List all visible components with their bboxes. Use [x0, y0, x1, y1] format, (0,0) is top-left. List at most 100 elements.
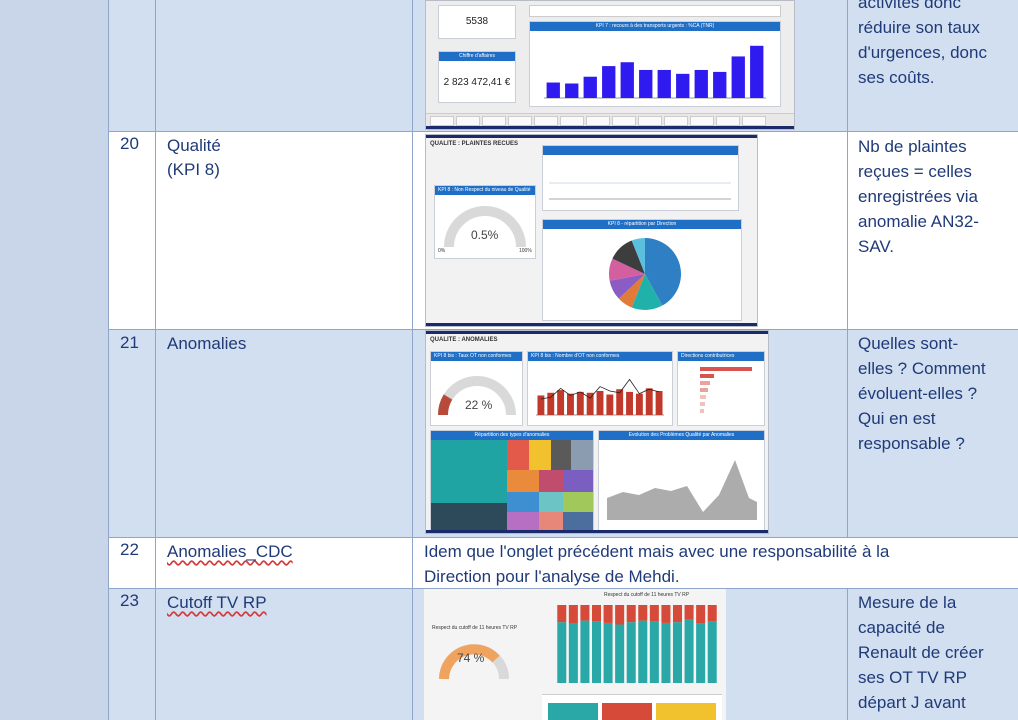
bar: [731, 56, 745, 98]
stacked-bar-segment: [707, 605, 717, 622]
report-tab: [638, 116, 662, 126]
pie-title: KPI 8 - répartition par Direction: [543, 220, 741, 229]
row-description: Idem que l'onglet précédent mais avec un…: [424, 542, 890, 586]
bottom-band: [542, 694, 722, 720]
bar: [676, 73, 690, 98]
report-tab: [430, 116, 454, 126]
stacked-bar-segment: [591, 605, 602, 622]
stacked-bar-segment: [557, 605, 567, 623]
row-name: Qualité (KPI 8): [167, 136, 221, 179]
directions-title: Directions contributrices: [678, 352, 764, 361]
report-tab: [560, 116, 584, 126]
directions-bars: [700, 367, 752, 413]
stacked-bar-segment: [672, 622, 683, 683]
bar: [713, 71, 727, 98]
report-tab: [716, 116, 740, 126]
table-border-desc: [847, 0, 848, 537]
row-name: Anomalies: [167, 334, 247, 353]
bar: [586, 392, 594, 415]
bar: [596, 391, 604, 415]
row-number: 20: [120, 134, 139, 153]
top-strip: [529, 5, 781, 17]
treemap-card: Répartition des types d'anomalies: [430, 430, 594, 531]
gauge-card: KPI 8 : Non Respect du niveau de Qualité…: [434, 185, 536, 259]
table-hline: [108, 131, 1018, 132]
treemap-title: Répartition des types d'anomalies: [431, 431, 593, 440]
area-title: Evolution des Problèmes Qualité par Anom…: [599, 431, 764, 440]
row-number: 21: [120, 333, 139, 352]
row-description: Mesure de la capacité de Renault de crée…: [858, 593, 984, 712]
kpi-value: 5538: [465, 16, 489, 27]
bar-chart-card: KPI 8 bis : Nombre d'OT non conformes: [527, 351, 673, 426]
dashboard-thumbnail-anomalies: QUALITE : ANOMALIES KPI 8 bis : Taux OT …: [425, 330, 769, 534]
report-tab: [612, 116, 636, 126]
table-border-name: [412, 0, 413, 720]
bar: [565, 83, 579, 98]
report-tab: [586, 116, 610, 126]
thumb-underline: [426, 530, 768, 533]
bar: [606, 394, 614, 415]
row-description: activités donc réduire son taux d'urgenc…: [858, 0, 987, 87]
stacked-bar-chart: [557, 605, 717, 683]
area-chart: [607, 460, 757, 520]
stacked-bar-segment: [615, 624, 625, 683]
report-tab: [482, 116, 506, 126]
bar-chart: [544, 45, 766, 99]
report-tab: [534, 116, 558, 126]
stacked-bar-segment: [615, 605, 625, 625]
row-number: 23: [120, 591, 139, 610]
stacked-bar-segment: [649, 621, 659, 683]
stacked-bar-segment: [591, 621, 602, 683]
line-chart: [549, 182, 731, 200]
bar: [635, 393, 643, 415]
dashboard-title: QUALITE : ANOMALIES: [430, 337, 498, 343]
report-tabs: [426, 113, 794, 126]
line-chart-card: [542, 145, 739, 211]
table-border-num: [155, 0, 156, 720]
gauge-chart: [437, 376, 516, 416]
report-tab: [456, 116, 480, 126]
stacked-bar-segment: [568, 623, 578, 683]
bar: [657, 69, 671, 98]
stacked-bar-segment: [603, 605, 613, 623]
kpi-card: Chiffre d'affaires 2 823 472,41 €: [438, 51, 516, 103]
row-description: Quelles sont- elles ? Comment évoluent-e…: [858, 334, 986, 453]
bar: [557, 390, 565, 415]
stacked-bar-segment: [580, 605, 590, 621]
report-tab: [690, 116, 714, 126]
gauge-card: KPI 8 bis : Taux OT non conformes 22 %: [430, 351, 523, 426]
bar: [547, 392, 555, 415]
bar: [694, 69, 708, 98]
stacked-bar-segment: [684, 605, 694, 620]
bar-chart-card: KPI 7 : recours à des transports urgents…: [529, 21, 781, 107]
thumb-topline: [426, 135, 757, 138]
stacked-bar-segment: [580, 620, 590, 683]
area-chart-card: Evolution des Problèmes Qualité par Anom…: [598, 430, 765, 531]
bar: [567, 393, 574, 415]
band-seg: [548, 703, 598, 720]
report-tab: [508, 116, 532, 126]
treemap-chart: [431, 440, 593, 530]
bar: [645, 388, 653, 415]
page-margin: [0, 0, 108, 720]
band-seg: [602, 703, 652, 720]
kpi-label: Chiffre d'affaires: [439, 52, 515, 61]
report-tab: [742, 116, 766, 126]
thumb-underline: [426, 323, 757, 326]
stacked-bar-segment: [649, 605, 659, 622]
row-name: Cutoff TV RP: [167, 593, 267, 612]
chart-title: KPI 7 : recours à des transports urgents…: [530, 22, 780, 31]
stacked-bar-segment: [661, 605, 671, 623]
pie-chart-card: KPI 8 - répartition par Direction: [542, 219, 742, 321]
band-seg: [656, 703, 716, 720]
row-name: Anomalies_CDC: [167, 542, 293, 561]
table-hline: [108, 537, 1018, 538]
bar: [750, 45, 764, 98]
stacked-bar-segment: [568, 605, 578, 624]
thumb-underline: [426, 126, 794, 129]
stacked-bar-segment: [696, 605, 706, 624]
bar: [620, 62, 634, 98]
bar: [626, 391, 633, 415]
chart-header: [543, 146, 738, 155]
stacked-bar-segment: [626, 622, 636, 683]
